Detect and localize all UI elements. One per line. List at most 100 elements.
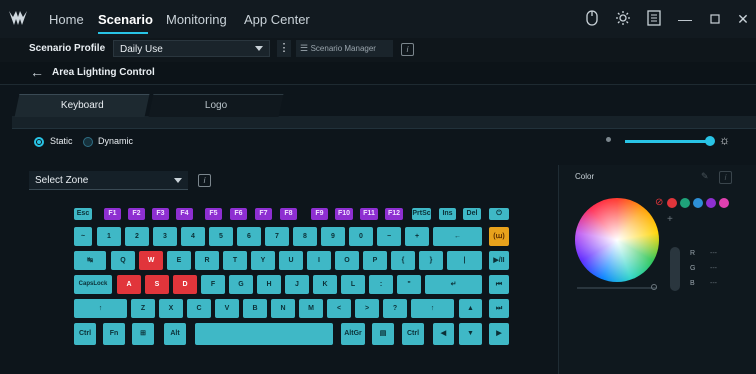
- nav-tab-app-center[interactable]: App Center: [244, 12, 310, 27]
- intensity-slider[interactable]: [670, 247, 680, 291]
- gear-icon[interactable]: [614, 10, 632, 28]
- key-3[interactable]: 3: [153, 227, 177, 246]
- key-colon[interactable]: :: [369, 275, 393, 294]
- eyedropper-icon[interactable]: ✎: [701, 171, 709, 182]
- key-s[interactable]: S: [145, 275, 169, 294]
- key-arrow-right[interactable]: ▶: [489, 323, 509, 345]
- minimize-icon[interactable]: —: [676, 10, 694, 28]
- key-quote[interactable]: ": [397, 275, 421, 294]
- key-f12[interactable]: F12: [385, 208, 403, 220]
- scenario-manager-button[interactable]: ☰ Scenario Manager: [296, 40, 393, 57]
- key-y[interactable]: Y: [251, 251, 275, 270]
- static-radio[interactable]: [34, 137, 44, 147]
- info-icon[interactable]: i: [401, 43, 414, 56]
- nav-tab-monitoring[interactable]: Monitoring: [166, 12, 227, 27]
- swatch-red[interactable]: [667, 198, 677, 208]
- profile-dropdown[interactable]: Daily Use: [113, 40, 270, 57]
- key-predator-sense[interactable]: (ա): [489, 227, 509, 246]
- key-a[interactable]: A: [117, 275, 141, 294]
- brightness-slider-handle[interactable]: [705, 136, 715, 146]
- saturation-slider-handle[interactable]: [651, 284, 657, 290]
- r-value[interactable]: ---: [710, 250, 717, 257]
- nav-tab-home[interactable]: Home: [49, 12, 84, 27]
- swatch-pink[interactable]: [719, 198, 729, 208]
- key-prtsc[interactable]: PrtSc: [412, 208, 431, 220]
- brightness-slider[interactable]: [625, 140, 710, 143]
- key-l[interactable]: L: [341, 275, 365, 294]
- key-v[interactable]: V: [215, 299, 239, 318]
- key-del[interactable]: Del: [463, 208, 481, 220]
- tab-keyboard[interactable]: Keyboard: [14, 94, 150, 117]
- key-f2[interactable]: F2: [128, 208, 145, 220]
- key-pipe[interactable]: |: [447, 251, 482, 270]
- key-d[interactable]: D: [173, 275, 197, 294]
- key-7[interactable]: 7: [265, 227, 289, 246]
- dynamic-radio[interactable]: [83, 137, 93, 147]
- key-plus[interactable]: +: [405, 227, 429, 246]
- key-f11[interactable]: F11: [360, 208, 378, 220]
- menu-key-icon[interactable]: ▤: [372, 323, 394, 345]
- key-f4[interactable]: F4: [176, 208, 193, 220]
- mouse-icon[interactable]: [583, 10, 601, 28]
- list-icon[interactable]: [645, 10, 663, 28]
- key-c[interactable]: C: [187, 299, 211, 318]
- color-wheel[interactable]: [575, 198, 659, 282]
- swatch-blue[interactable]: [693, 198, 703, 208]
- info-icon[interactable]: i: [198, 174, 211, 187]
- key-arrow-left[interactable]: ◀: [433, 323, 454, 345]
- key-1[interactable]: 1: [97, 227, 121, 246]
- key-shift-left[interactable]: ↑: [74, 299, 127, 318]
- key-greater-than[interactable]: >: [355, 299, 379, 318]
- key-h[interactable]: H: [257, 275, 281, 294]
- key-f10[interactable]: F10: [335, 208, 353, 220]
- key-arrow-down[interactable]: ▼: [459, 323, 482, 345]
- swatch-green[interactable]: [680, 198, 690, 208]
- no-color-icon[interactable]: ⊘: [655, 197, 663, 208]
- tab-logo[interactable]: Logo: [148, 94, 284, 117]
- g-value[interactable]: ---: [710, 265, 717, 272]
- key-q[interactable]: Q: [111, 251, 135, 270]
- key-r[interactable]: R: [195, 251, 219, 270]
- key-f1[interactable]: F1: [104, 208, 121, 220]
- key-f3[interactable]: F3: [152, 208, 169, 220]
- key-f[interactable]: F: [201, 275, 225, 294]
- key-play-pause[interactable]: ▶/II: [489, 251, 509, 270]
- key-g[interactable]: G: [229, 275, 253, 294]
- key-p[interactable]: P: [363, 251, 387, 270]
- nav-tab-scenario[interactable]: Scenario: [98, 12, 153, 27]
- key-f6[interactable]: F6: [230, 208, 247, 220]
- key-8[interactable]: 8: [293, 227, 317, 246]
- key-ctrl-left[interactable]: Ctrl: [74, 323, 96, 345]
- key-j[interactable]: J: [285, 275, 309, 294]
- key-t[interactable]: T: [223, 251, 247, 270]
- swatch-purple[interactable]: [706, 198, 716, 208]
- key-n[interactable]: N: [271, 299, 295, 318]
- key-backspace[interactable]: ←: [433, 227, 482, 246]
- key-5[interactable]: 5: [209, 227, 233, 246]
- info-icon[interactable]: i: [719, 171, 732, 184]
- maximize-icon[interactable]: [706, 10, 724, 28]
- key-ctrl-right[interactable]: Ctrl: [402, 323, 424, 345]
- key-right-brace[interactable]: }: [419, 251, 443, 270]
- key-4[interactable]: 4: [181, 227, 205, 246]
- key-f9[interactable]: F9: [311, 208, 328, 220]
- key-alt[interactable]: Alt: [164, 323, 186, 345]
- key-f8[interactable]: F8: [280, 208, 297, 220]
- key-enter[interactable]: ↵: [425, 275, 482, 294]
- key-w[interactable]: W: [139, 251, 163, 270]
- key-e[interactable]: E: [167, 251, 191, 270]
- key-ins[interactable]: Ins: [439, 208, 456, 220]
- key-power[interactable]: ⏻: [489, 208, 509, 220]
- key-minus[interactable]: −: [377, 227, 401, 246]
- key-f5[interactable]: F5: [205, 208, 222, 220]
- key-m[interactable]: M: [299, 299, 323, 318]
- key-arrow-up[interactable]: ▲: [459, 299, 482, 318]
- key-altgr[interactable]: AltGr: [341, 323, 365, 345]
- saturation-slider[interactable]: [577, 287, 657, 289]
- key-tilde[interactable]: ~: [74, 227, 92, 246]
- key-capslock[interactable]: CapsLock: [74, 275, 112, 294]
- key-b[interactable]: B: [243, 299, 267, 318]
- key-6[interactable]: 6: [237, 227, 261, 246]
- key-tab[interactable]: ↹: [74, 251, 106, 270]
- more-options-button[interactable]: ⋮: [277, 40, 291, 57]
